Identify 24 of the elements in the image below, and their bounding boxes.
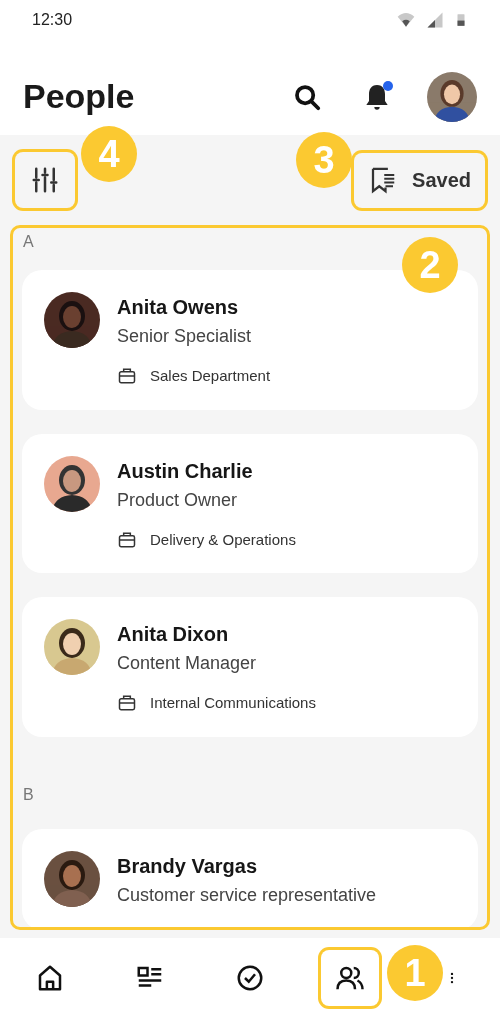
- saved-button[interactable]: Saved: [354, 152, 485, 208]
- profile-avatar[interactable]: [427, 71, 477, 122]
- signal-icon: [426, 11, 444, 29]
- person-role: Senior Specialist: [117, 325, 253, 348]
- person-name: Anita Dixon: [117, 622, 230, 647]
- section-letter: B: [22, 784, 35, 805]
- person-department: Internal Communications: [150, 693, 316, 713]
- person-card[interactable]: Austin Charlie Product Owner Delivery & Operations: [22, 433, 478, 573]
- person-name: Austin Charlie: [117, 458, 254, 484]
- sliders-icon: [30, 165, 60, 195]
- person-role: Product Owner: [117, 488, 239, 512]
- nav-tab[interactable]: [321, 949, 379, 1006]
- person-role: Content Manager: [117, 652, 258, 675]
- person-department: Sales Department: [150, 366, 271, 386]
- person-role: Customer service representative: [117, 883, 377, 907]
- person-name: Brandy Vargas: [117, 853, 259, 879]
- section-letter: A: [22, 232, 35, 252]
- person-name: Anita Owens: [117, 295, 240, 320]
- person-card[interactable]: Anita Dixon Content Manager Internal Communications: [22, 597, 478, 737]
- status-time: 12:30: [32, 10, 73, 30]
- person-department: Delivery & Operations: [150, 529, 296, 550]
- person-card[interactable]: Brandy Vargas Customer service representative: [22, 828, 478, 927]
- filter-button[interactable]: [15, 152, 75, 208]
- page-title: People: [23, 76, 136, 117]
